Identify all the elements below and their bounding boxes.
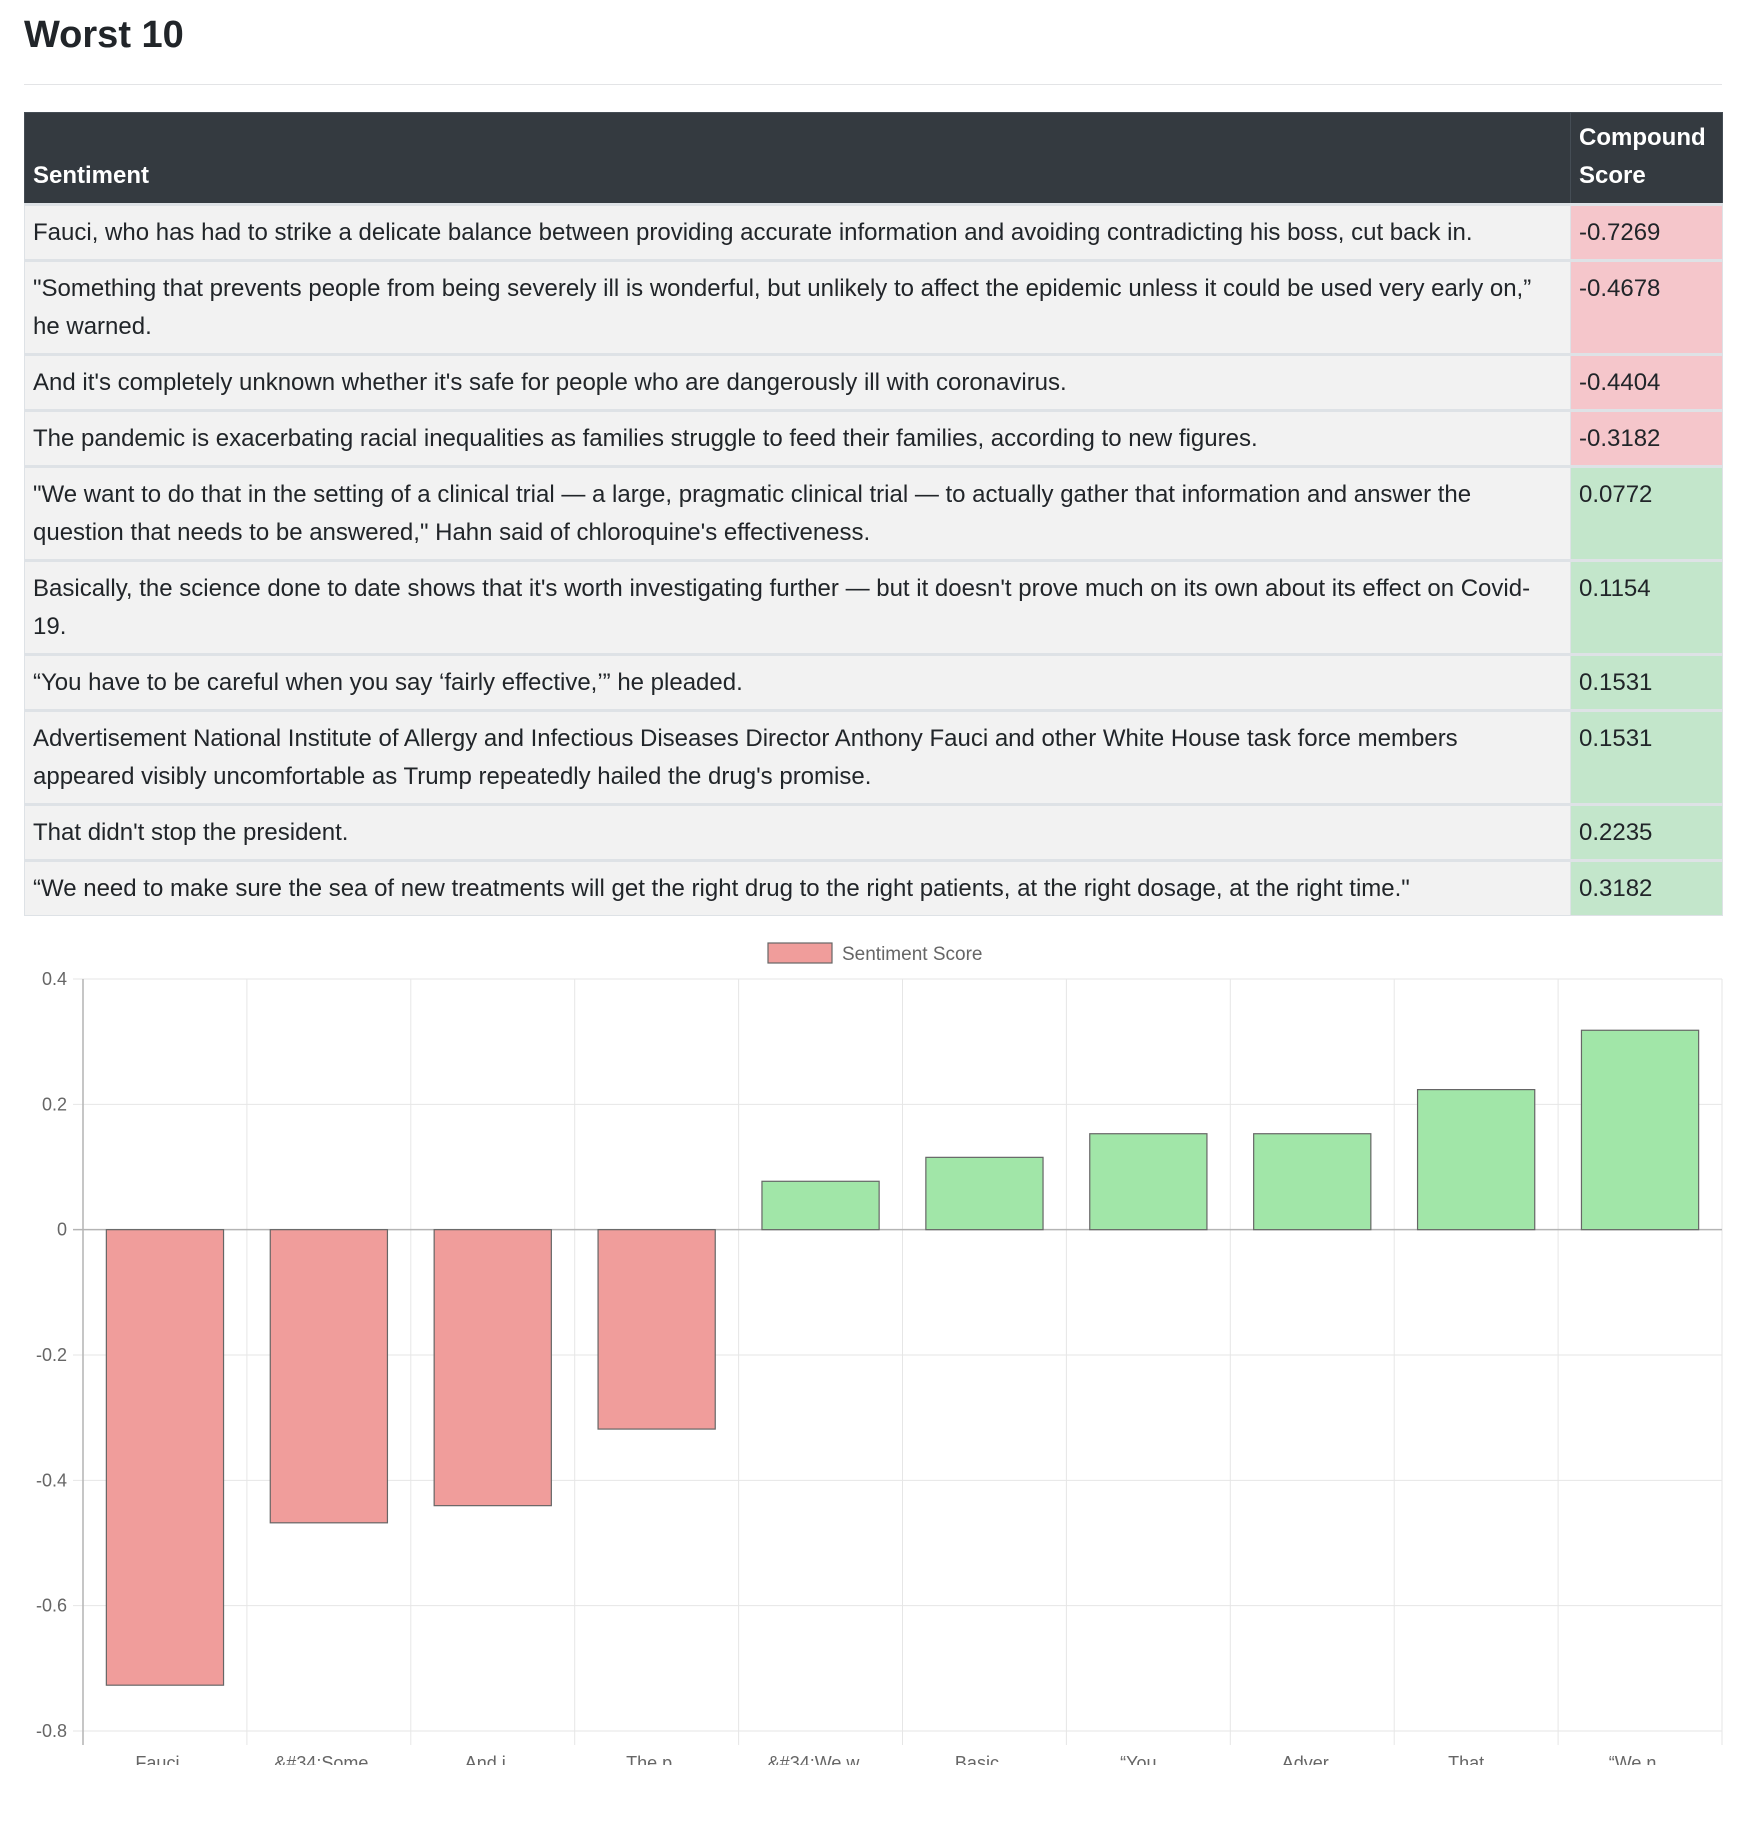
legend-label: Sentiment Score bbox=[842, 944, 982, 965]
x-tick-label: “You ... bbox=[1120, 1753, 1176, 1765]
table-row: Advertisement National Institute of Alle… bbox=[24, 709, 1723, 805]
sentence-cell: "We want to do that in the setting of a … bbox=[24, 465, 1571, 561]
chart-svg: 0.4 0.2 0 -0.2 -0.4 -0.6 -0.8 Fauci... &#34;Some… bbox=[36, 942, 1723, 1765]
page: Worst 10 Sentiment Compound Score Fauci,… bbox=[0, 0, 1746, 1838]
table-header-row: Sentiment Compound Score bbox=[24, 112, 1723, 205]
sentence-cell: Basically, the science done to date show… bbox=[24, 559, 1571, 655]
y-tick-label: -0.8 bbox=[36, 1721, 67, 1741]
table-row: "We want to do that in the setting of a … bbox=[24, 465, 1723, 561]
y-tick-label: 0 bbox=[57, 1220, 67, 1240]
score-cell: 0.0772 bbox=[1570, 465, 1723, 561]
score-cell: 0.1154 bbox=[1570, 559, 1723, 655]
table-row: “We need to make sure the sea of new tre… bbox=[24, 859, 1723, 916]
score-cell: 0.1531 bbox=[1570, 653, 1723, 711]
bar bbox=[1416, 1089, 1536, 1231]
sentence-cell: “You have to be careful when you say ‘fa… bbox=[24, 653, 1571, 711]
header-sentiment: Sentiment bbox=[24, 112, 1571, 205]
sentence-cell: And it's completely unknown whether it's… bbox=[24, 353, 1571, 411]
score-cell: -0.7269 bbox=[1570, 203, 1723, 261]
header-compound-score: Compound Score bbox=[1570, 112, 1723, 205]
sentence-cell: Advertisement National Institute of Alle… bbox=[24, 709, 1571, 805]
table-row: And it's completely unknown whether it's… bbox=[24, 353, 1723, 411]
score-cell: -0.3182 bbox=[1570, 409, 1723, 467]
y-tick-label: -0.4 bbox=[36, 1470, 67, 1490]
bar bbox=[1580, 1029, 1700, 1231]
sentence-cell: Fauci, who has had to strike a delicate … bbox=[24, 203, 1571, 261]
score-cell: 0.2235 bbox=[1570, 803, 1723, 861]
x-tick-label: Basic... bbox=[955, 1753, 1014, 1765]
table-row: That didn't stop the president. 0.2235 bbox=[24, 803, 1723, 861]
y-tick-label: 0.4 bbox=[42, 969, 67, 989]
bar bbox=[597, 1229, 716, 1430]
y-tick-label: -0.6 bbox=[36, 1596, 67, 1616]
score-cell: -0.4404 bbox=[1570, 353, 1723, 411]
x-tick-label: “We n... bbox=[1609, 1753, 1672, 1765]
legend-swatch bbox=[767, 942, 833, 964]
bar bbox=[925, 1156, 1044, 1231]
x-tick-label: Fauci... bbox=[135, 1753, 194, 1765]
sentiment-table: Sentiment Compound Score Fauci, who has … bbox=[24, 112, 1723, 916]
sentence-cell: "Something that prevents people from bei… bbox=[24, 259, 1571, 355]
x-tick-label: That ... bbox=[1448, 1753, 1504, 1765]
x-tick-label: &#34;Some... bbox=[274, 1753, 383, 1765]
bar bbox=[269, 1229, 389, 1524]
bar bbox=[1253, 1133, 1372, 1231]
score-cell: 0.3182 bbox=[1570, 859, 1723, 916]
y-tick-label: 0.2 bbox=[42, 1094, 67, 1114]
table-row: Basically, the science done to date show… bbox=[24, 559, 1723, 655]
y-tick-label: -0.2 bbox=[36, 1345, 67, 1365]
sentence-cell: “We need to make sure the sea of new tre… bbox=[24, 859, 1571, 916]
x-tick-label: Adver... bbox=[1282, 1753, 1343, 1765]
score-cell: -0.4678 bbox=[1570, 259, 1723, 355]
divider bbox=[24, 84, 1722, 85]
bar bbox=[105, 1229, 225, 1686]
table-row: Fauci, who has had to strike a delicate … bbox=[24, 203, 1723, 261]
score-cell: 0.1531 bbox=[1570, 709, 1723, 805]
bar bbox=[433, 1229, 552, 1507]
x-tick-label: The p... bbox=[626, 1753, 687, 1765]
bar bbox=[1089, 1133, 1208, 1231]
bar bbox=[761, 1180, 880, 1231]
x-tick-label: &#34;We w... bbox=[768, 1753, 874, 1765]
sentiment-bar-chart: 0.4 0.2 0 -0.2 -0.4 -0.6 -0.8 Fauci... &#34;Some… bbox=[0, 925, 1746, 1765]
x-tick-label: And i... bbox=[465, 1753, 521, 1765]
table-row: "Something that prevents people from bei… bbox=[24, 259, 1723, 355]
page-title: Worst 10 bbox=[24, 14, 184, 56]
table-row: The pandemic is exacerbating racial ineq… bbox=[24, 409, 1723, 467]
sentence-cell: The pandemic is exacerbating racial ineq… bbox=[24, 409, 1571, 467]
sentence-cell: That didn't stop the president. bbox=[24, 803, 1571, 861]
table-row: “You have to be careful when you say ‘fa… bbox=[24, 653, 1723, 711]
